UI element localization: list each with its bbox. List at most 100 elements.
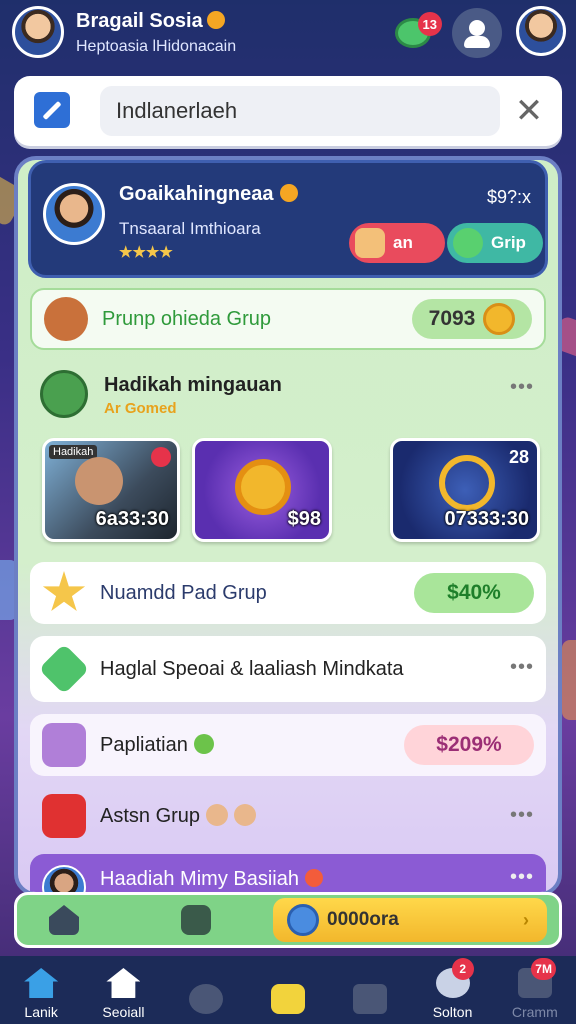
search-input[interactable]: [100, 86, 500, 136]
nav-item-ticket[interactable]: [329, 956, 411, 1024]
gamepad-icon[interactable]: [181, 905, 211, 935]
group-chat-button[interactable]: Grip: [447, 223, 543, 263]
group-row[interactable]: Nuamdd Pad Grup $40%: [30, 562, 546, 624]
more-options-icon[interactable]: •••: [510, 866, 534, 889]
nav-item-home[interactable]: Lanik: [0, 956, 82, 1024]
card-label: 6a33:30: [95, 508, 169, 530]
promo-group-row[interactable]: Prunp ohieda Grup 7093: [30, 288, 546, 350]
person-icon: [469, 20, 485, 36]
face-icon: [234, 804, 257, 826]
house-icon: [106, 968, 141, 998]
nav-item-shop[interactable]: 7M Cramm: [494, 956, 576, 1024]
section-header: Hadikah mingauan Ar Gomed •••: [30, 364, 546, 424]
group-subtitle: Tnsaaral Imthioara: [119, 219, 261, 238]
promo-value: 7093: [428, 307, 476, 330]
shield-icon: [42, 794, 86, 838]
promo-coin-pill[interactable]: 7093: [412, 299, 532, 339]
coin-balance-button[interactable]: 0000ora ›: [273, 898, 547, 942]
user-avatar[interactable]: [12, 6, 64, 58]
pen-shape: [42, 100, 62, 120]
group-title: Goaikahingneaa: [119, 183, 298, 206]
coin-icon: [279, 184, 298, 202]
gear-icon: [439, 455, 495, 511]
notepad-icon: [42, 723, 86, 767]
edit-icon[interactable]: [34, 92, 70, 128]
background-decoration: [562, 640, 576, 720]
person-thumbnail: [75, 457, 123, 505]
nav-item-trophy[interactable]: [247, 956, 329, 1024]
group-amount: $9?:x: [486, 187, 531, 207]
group-avatar[interactable]: [43, 183, 105, 245]
join-button[interactable]: an: [349, 223, 445, 263]
rating-stars: ★★★★: [119, 244, 173, 261]
friend-avatar[interactable]: [516, 6, 566, 56]
paplia-label: Papliatian: [100, 733, 214, 757]
more-options-icon[interactable]: •••: [510, 804, 534, 827]
special-label: Haglal Speoai & laaliash Mindkata: [100, 657, 404, 680]
chat-notification-badge: 13: [417, 12, 442, 36]
nav-label: Cramm: [511, 1004, 558, 1020]
home-icon: [24, 968, 59, 998]
astsn-label-text: Astsn Grup: [100, 805, 201, 827]
nav-label: Solton: [432, 1004, 473, 1020]
hadiah-row[interactable]: Haadiah Mimy Basiiah •••: [30, 854, 546, 892]
user-subtitle: Heptoasia lHidonacain: [76, 38, 237, 55]
shop-badge: 7M: [531, 958, 556, 980]
video-card[interactable]: Hadikah 6a33:30: [42, 438, 180, 542]
hadiah-label: Haadiah Mimy Basiiah: [100, 868, 323, 891]
group-title-text: Goaikahingneaa: [119, 183, 274, 205]
ticket-icon: [353, 984, 388, 1014]
user-name: Bragail Sosia: [76, 10, 225, 33]
nav-label: Seoiall: [102, 1004, 145, 1020]
more-options-icon[interactable]: •••: [510, 376, 534, 399]
verified-badge-icon: [206, 11, 225, 29]
nav-item-social[interactable]: Seoiall: [82, 956, 164, 1024]
nav-item-settings[interactable]: [165, 956, 247, 1024]
group-row-value[interactable]: $40%: [414, 573, 534, 613]
person-icon-body: [464, 36, 490, 48]
gear-icon: [188, 984, 223, 1014]
card-tag: Hadikah: [49, 445, 98, 459]
star-icon: [42, 571, 86, 612]
section-title: Hadikah mingauan: [104, 374, 282, 396]
card-carousel: Hadikah 6a33:30 $98 28 07333:30: [42, 438, 542, 544]
paplia-value[interactable]: $209%: [404, 725, 534, 765]
bottom-nav: Lanik Seoiall 2 Solton 7M Cramm: [0, 956, 576, 1024]
user-name-text: Bragail Sosia: [76, 10, 203, 32]
action-bar: 0000ora ›: [14, 892, 562, 948]
group-header: Goaikahingneaa $9?:x Tnsaaral Imthioara …: [28, 160, 548, 278]
group-row-label: Nuamdd Pad Grup: [100, 581, 267, 604]
face-icon: [206, 804, 229, 826]
home-icon[interactable]: [49, 905, 79, 935]
section-subtitle: Ar Gomed: [104, 400, 177, 417]
coin-balance: 0000ora: [327, 909, 399, 930]
nav-item-support[interactable]: 2 Solton: [411, 956, 493, 1024]
orb-icon: [287, 904, 319, 936]
hadiah-label-text: Haadiah Mimy Basiiah: [100, 867, 299, 890]
more-options-icon[interactable]: •••: [510, 656, 534, 679]
section-icon: [40, 370, 88, 418]
medal-icon: [235, 459, 291, 515]
special-row[interactable]: Haglal Speoai & laaliash Mindkata •••: [30, 636, 546, 702]
astsn-row[interactable]: Astsn Grup •••: [30, 786, 546, 846]
group-chat-label: Grip: [491, 233, 526, 252]
close-icon[interactable]: ✕: [510, 92, 548, 130]
group-panel: Goaikahingneaa $9?:x Tnsaaral Imthioara …: [14, 156, 562, 896]
card-label: 07333:30: [444, 508, 529, 530]
notification-dot: [151, 447, 171, 467]
event-card[interactable]: 28 07333:30: [390, 438, 540, 542]
card-label: $98: [287, 508, 321, 530]
reward-card[interactable]: $98: [192, 438, 332, 542]
astsn-label: Astsn Grup: [100, 804, 257, 828]
join-label: an: [393, 233, 413, 252]
leaf-icon: [193, 733, 214, 754]
search-bar: ✕: [14, 76, 562, 146]
character-icon: [44, 297, 88, 341]
coin-icon: [483, 303, 516, 335]
nav-label: Lanik: [24, 1004, 58, 1020]
fire-icon: [304, 868, 323, 887]
chevron-right-icon: ›: [523, 909, 529, 930]
profile-button[interactable]: [452, 8, 502, 58]
chat-button[interactable]: 13: [388, 8, 442, 58]
paplia-row[interactable]: Papliatian $209%: [30, 714, 546, 776]
